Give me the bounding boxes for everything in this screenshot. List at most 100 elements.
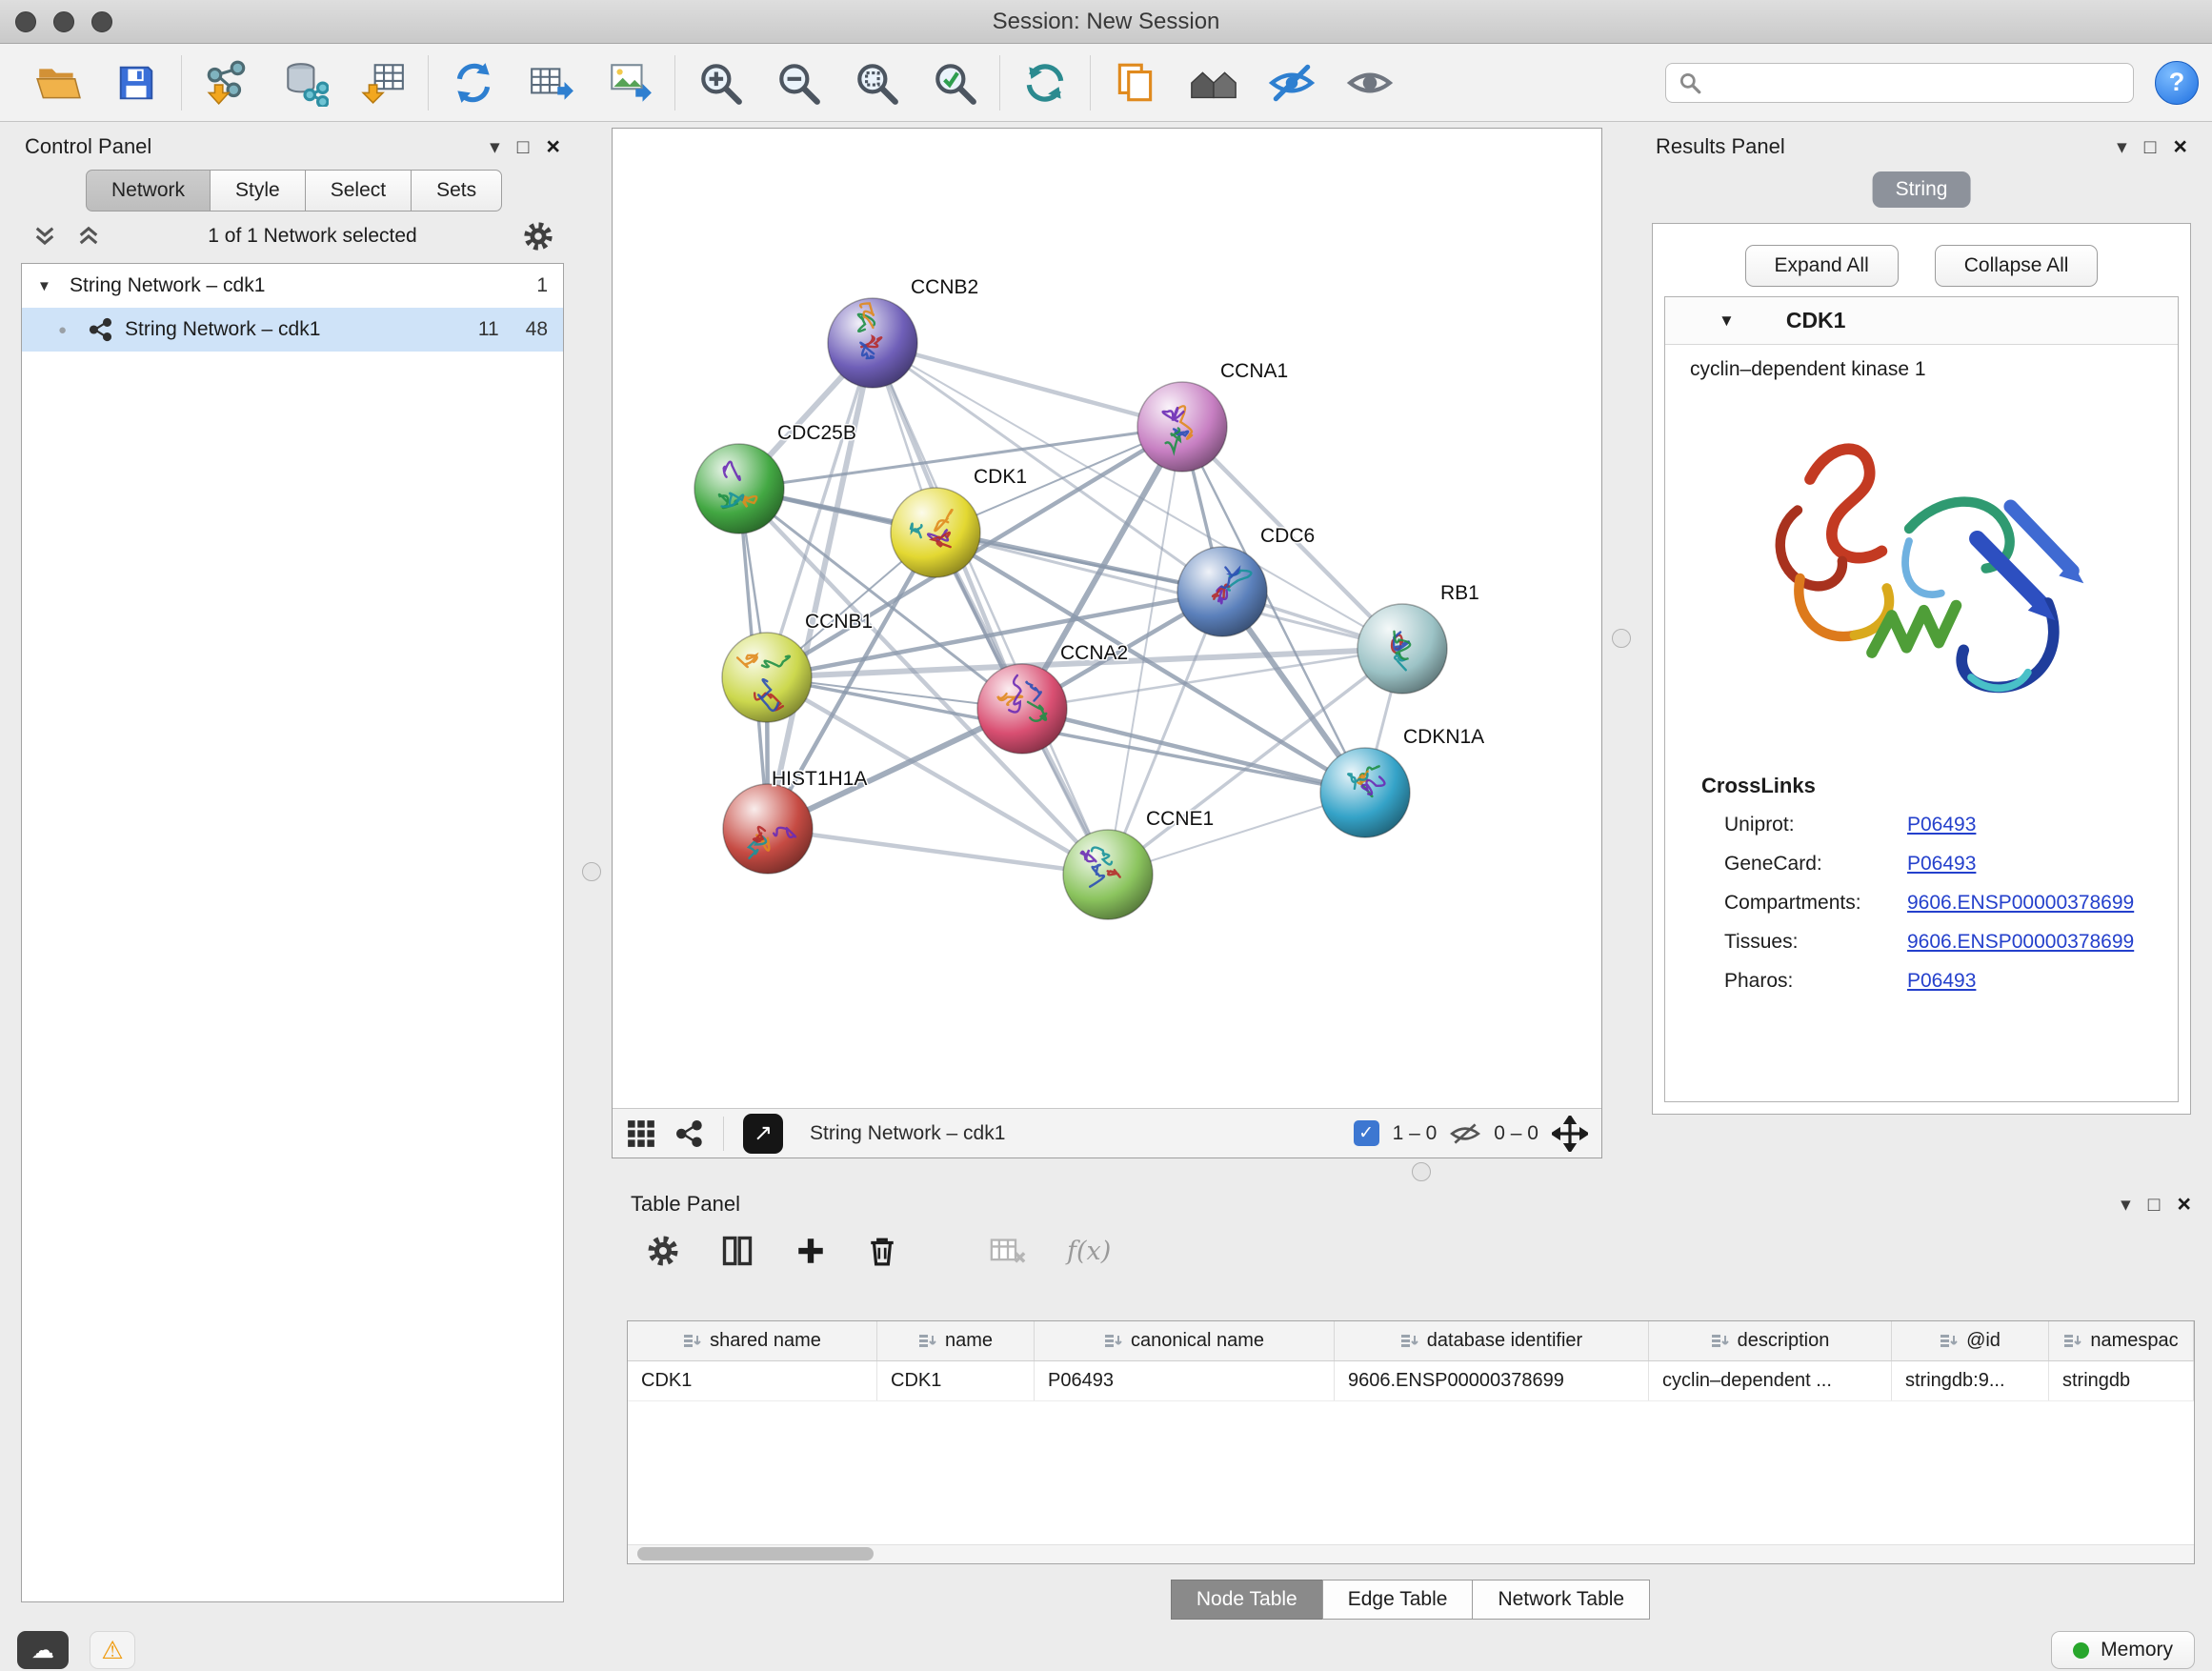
gear-icon[interactable] <box>522 220 554 252</box>
table-settings-gear-icon[interactable] <box>646 1234 680 1268</box>
panel-float-icon[interactable]: □ <box>517 137 530 157</box>
tab-edge-table[interactable]: Edge Table <box>1322 1580 1474 1620</box>
delete-column-icon[interactable] <box>867 1234 897 1268</box>
network-node-CCNB2[interactable] <box>828 298 917 388</box>
help-button[interactable]: ? <box>2155 61 2199 105</box>
zoom-selected-button[interactable] <box>929 57 980 109</box>
gene-card-header[interactable]: ▼ CDK1 <box>1665 297 2178 345</box>
network-node-CCNB1[interactable] <box>722 633 812 722</box>
tab-network[interactable]: Network <box>86 170 211 211</box>
panel-float-icon[interactable]: □ <box>2144 137 2157 157</box>
zoom-out-button[interactable] <box>773 57 824 109</box>
splitter-handle[interactable] <box>1412 1162 1431 1181</box>
crosslink-link[interactable]: 9606.ENSP00000378699 <box>1907 892 2134 915</box>
cloud-icon[interactable]: ☁ <box>17 1631 69 1669</box>
tab-style[interactable]: Style <box>210 170 306 211</box>
hide-selected-button[interactable] <box>1266 57 1317 109</box>
expand-all-button[interactable]: Expand All <box>1745 245 1899 287</box>
clone-network-button[interactable] <box>448 57 499 109</box>
warning-icon[interactable]: ⚠ <box>90 1631 135 1669</box>
hidden-eye-slash-icon[interactable] <box>1450 1120 1480 1147</box>
window-title: Session: New Session <box>993 9 1220 35</box>
panel-collapse-icon[interactable]: ▾ <box>2117 137 2127 157</box>
network-node-CCNA1[interactable] <box>1137 382 1227 472</box>
gene-description: cyclin–dependent kinase 1 <box>1665 345 2178 389</box>
column-header[interactable]: namespac <box>2049 1321 2194 1360</box>
toolbar-search[interactable] <box>1665 63 2134 103</box>
network-node-RB1[interactable] <box>1357 604 1447 694</box>
copy-document-button[interactable] <box>1110 57 1161 109</box>
traffic-light-close[interactable] <box>15 11 36 32</box>
column-header[interactable]: @id <box>1892 1321 2049 1360</box>
zoom-fit-button[interactable] <box>851 57 902 109</box>
memory-button[interactable]: Memory <box>2051 1631 2195 1669</box>
network-row[interactable]: ● String Network – cdk1 11 48 <box>22 308 563 352</box>
export-table-button[interactable] <box>526 57 577 109</box>
export-image-button[interactable] <box>604 57 655 109</box>
panel-float-icon[interactable]: □ <box>2148 1195 2161 1215</box>
clear-table-icon-disabled <box>989 1236 1027 1266</box>
network-node-CCNA2[interactable] <box>977 664 1067 754</box>
tab-network-table[interactable]: Network Table <box>1472 1580 1650 1620</box>
export-view-button[interactable]: ↗ <box>743 1114 783 1154</box>
panel-close-icon[interactable]: × <box>2177 1193 2191 1217</box>
panel-collapse-icon[interactable]: ▾ <box>490 137 500 157</box>
network-node-CDK1[interactable] <box>891 488 980 577</box>
panel-close-icon[interactable]: × <box>546 135 560 159</box>
first-neighbors-button[interactable] <box>1188 57 1239 109</box>
show-all-button[interactable] <box>1344 57 1396 109</box>
network-node-HIST1H1A[interactable] <box>723 784 813 874</box>
tab-node-table[interactable]: Node Table <box>1171 1580 1323 1620</box>
network-node-CDKN1A[interactable] <box>1320 748 1410 837</box>
selected-checkbox-icon[interactable]: ✓ <box>1354 1120 1379 1146</box>
apply-layout-button[interactable] <box>1019 57 1071 109</box>
crosslink-link[interactable]: P06493 <box>1907 814 1976 836</box>
grid-view-icon[interactable] <box>626 1118 656 1149</box>
search-input[interactable] <box>1712 71 2122 93</box>
table-row[interactable]: CDK1CDK1P064939606.ENSP00000378699cyclin… <box>628 1361 2194 1401</box>
zoom-in-button[interactable] <box>694 57 746 109</box>
expand-all-icon[interactable] <box>74 224 103 249</box>
column-header[interactable]: name <box>877 1321 1035 1360</box>
network-graph[interactable]: CCNB2CCNA1CDC25BCDK1CDC6RB1CCNB1CCNA2CDK… <box>613 129 1601 1108</box>
open-session-button[interactable] <box>32 57 84 109</box>
crosslink-link[interactable]: P06493 <box>1907 853 1976 876</box>
network-collection-row[interactable]: ▼ String Network – cdk1 1 <box>22 264 563 308</box>
tab-sets[interactable]: Sets <box>411 170 502 211</box>
collapse-all-icon[interactable] <box>30 224 59 249</box>
panel-collapse-icon[interactable]: ▾ <box>2121 1195 2131 1215</box>
panel-close-icon[interactable]: × <box>2173 135 2187 159</box>
column-header[interactable]: database identifier <box>1335 1321 1649 1360</box>
column-header[interactable]: canonical name <box>1035 1321 1335 1360</box>
add-column-icon[interactable] <box>794 1235 827 1267</box>
column-header[interactable]: description <box>1649 1321 1892 1360</box>
network-node-CDC25B[interactable] <box>694 444 784 534</box>
gene-symbol: CDK1 <box>1786 308 1846 333</box>
traffic-light-minimize[interactable] <box>53 11 74 32</box>
network-node-CCNE1[interactable] <box>1063 830 1153 919</box>
network-node-CDC6[interactable] <box>1177 547 1267 636</box>
crosslink-link[interactable]: P06493 <box>1907 970 1976 993</box>
select-columns-icon[interactable] <box>720 1234 754 1268</box>
collapse-all-button[interactable]: Collapse All <box>1935 245 2099 287</box>
import-network-file-button[interactable] <box>201 57 252 109</box>
crosslink-link[interactable]: 9606.ENSP00000378699 <box>1907 931 2134 954</box>
traffic-light-zoom[interactable] <box>91 11 112 32</box>
save-session-button[interactable] <box>111 57 162 109</box>
pan-crosshair-icon[interactable] <box>1552 1116 1588 1152</box>
tab-string[interactable]: String <box>1873 171 1971 208</box>
column-header[interactable]: shared name <box>628 1321 877 1360</box>
network-overview-icon[interactable] <box>675 1119 704 1148</box>
horizontal-scrollbar[interactable] <box>628 1544 2194 1563</box>
houses-icon <box>1188 59 1239 107</box>
splitter-handle[interactable] <box>582 862 601 881</box>
import-table-button[interactable] <box>357 57 409 109</box>
splitter-handle[interactable] <box>1612 629 1631 648</box>
import-network-database-button[interactable] <box>279 57 331 109</box>
scrollbar-thumb[interactable] <box>637 1547 874 1560</box>
tab-select[interactable]: Select <box>305 170 412 211</box>
network-canvas[interactable]: CCNB2CCNA1CDC25BCDK1CDC6RB1CCNB1CCNA2CDK… <box>613 129 1601 1108</box>
disclosure-triangle-icon[interactable]: ▼ <box>1719 312 1735 331</box>
disclosure-triangle-icon[interactable]: ▼ <box>37 278 58 294</box>
gene-card: ▼ CDK1 cyclin–dependent kinase 1 <box>1664 296 2179 1102</box>
